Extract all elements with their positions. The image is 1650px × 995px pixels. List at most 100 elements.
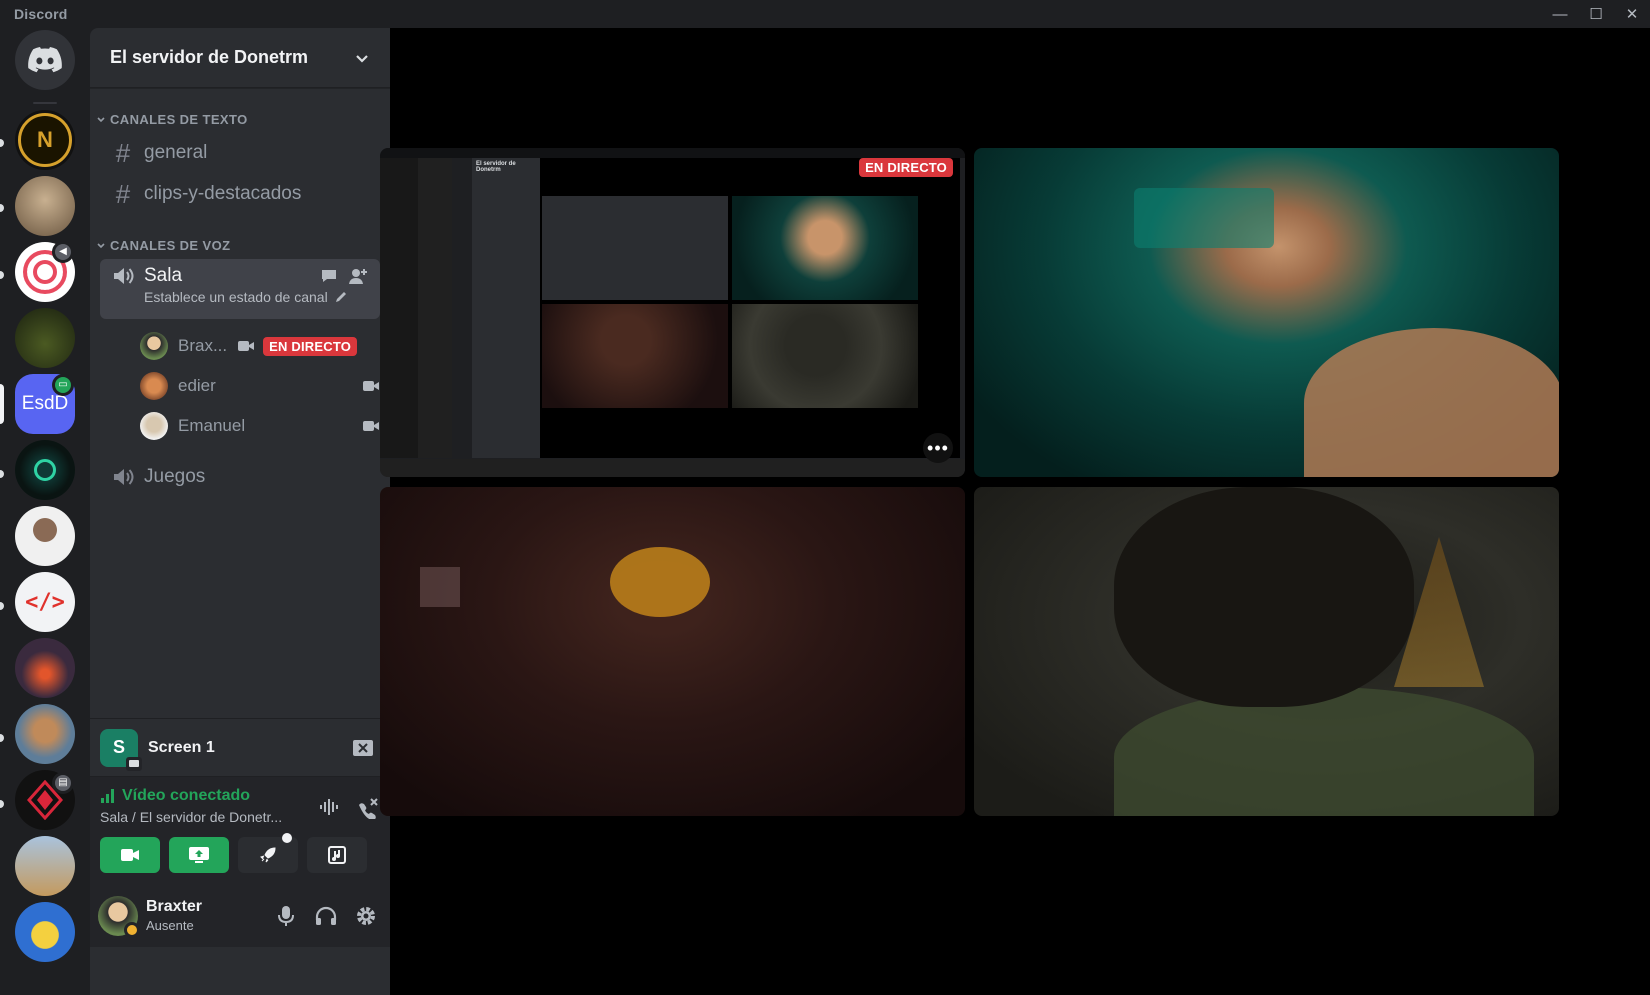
- voice-channel-sala[interactable]: Sala Establece un estado de canal: [100, 259, 380, 319]
- mini-taskbar: [380, 459, 965, 477]
- person-head: [1114, 487, 1414, 707]
- voice-channel-label: Juegos: [144, 466, 206, 487]
- server-green-orb[interactable]: [15, 440, 75, 500]
- user-label: Brax...: [178, 336, 228, 355]
- camera-icon: [121, 849, 139, 861]
- voice-channel-juegos[interactable]: Juegos: [100, 457, 380, 497]
- app-title: Discord: [14, 6, 68, 22]
- avatar: [140, 372, 168, 400]
- mini-server-name: El servidor de Donetrm: [476, 161, 516, 173]
- screen-share-button[interactable]: [169, 837, 229, 873]
- chevron-down-icon: [97, 116, 105, 122]
- title-bar: Discord — ☐ ✕: [0, 0, 1650, 28]
- voice-location[interactable]: Sala / El servidor de Donetr...: [100, 809, 310, 825]
- server-person[interactable]: [15, 506, 75, 566]
- video-tile-edier[interactable]: [380, 487, 965, 816]
- mini-video-emanuel: [732, 304, 918, 408]
- user-avatar[interactable]: [98, 895, 140, 938]
- soundboard-button[interactable]: [307, 837, 367, 873]
- avatar: [140, 412, 168, 440]
- stop-stream-icon[interactable]: [352, 739, 374, 757]
- mini-video-edier: [542, 304, 728, 408]
- disconnect-icon[interactable]: [356, 797, 380, 819]
- headphones-icon: [315, 906, 337, 925]
- speaker-icon: [114, 268, 134, 284]
- notification-dot: [282, 833, 292, 843]
- rail-separator: [33, 102, 57, 104]
- voice-status[interactable]: Vídeo conectado: [122, 787, 250, 805]
- activities-button[interactable]: [238, 833, 298, 873]
- microphone-icon: [278, 905, 294, 926]
- more-options-icon[interactable]: •••: [923, 433, 953, 463]
- live-badge: EN DIRECTO: [859, 158, 953, 177]
- close-button[interactable]: ✕: [1614, 0, 1650, 28]
- background-monitor: [1134, 188, 1274, 248]
- mini-video-braxter: [732, 196, 918, 300]
- server-header[interactable]: El servidor de Donetrm: [90, 28, 390, 88]
- discord-home-button[interactable]: [15, 30, 75, 90]
- video-grid: El servidor de Donetrm EN DIRECTO •••: [380, 28, 1650, 995]
- person-shoulders: [1304, 328, 1559, 477]
- screen-avatar: S: [100, 728, 142, 771]
- event-badge: ▤: [52, 772, 74, 794]
- signal-icon: [101, 789, 114, 803]
- orb-icon: [34, 459, 56, 481]
- screen-share-icon: [189, 847, 209, 863]
- channel-status[interactable]: Establece un estado de canal: [144, 289, 328, 305]
- camera-icon: [363, 381, 379, 391]
- voice-connection-panel: Vídeo conectado Sala / El servidor de Do…: [90, 776, 390, 884]
- noise-suppression-icon[interactable]: [318, 797, 342, 817]
- add-user-icon[interactable]: [348, 267, 368, 285]
- camera-icon: [363, 421, 379, 431]
- mini-video-area: [540, 158, 960, 458]
- user-label: Emanuel: [178, 416, 246, 435]
- minimize-button[interactable]: —: [1542, 0, 1578, 28]
- settings-button[interactable]: [350, 900, 382, 932]
- camera-icon: [238, 341, 255, 351]
- channel-label: clips-y-destacados: [144, 183, 302, 204]
- channel-clips[interactable]: # clips-y-destacados: [100, 174, 380, 214]
- user-panel: Braxter Ausente: [90, 884, 390, 947]
- mini-titlebar: [380, 148, 965, 158]
- chat-icon[interactable]: [320, 267, 338, 285]
- server-code[interactable]: </>: [15, 572, 75, 632]
- speaker-badge: ◀: [52, 241, 74, 263]
- deafen-button[interactable]: [310, 900, 342, 932]
- camera-toggle-button[interactable]: [100, 837, 160, 873]
- server-dino[interactable]: [15, 836, 75, 896]
- hash-icon: #: [115, 137, 131, 168]
- soundboard-icon: [328, 846, 346, 864]
- voice-category[interactable]: CANALES DE VOZ: [96, 238, 390, 253]
- server-dark-forest[interactable]: [15, 308, 75, 368]
- maximize-button[interactable]: ☐: [1578, 0, 1614, 28]
- video-tile-emanuel[interactable]: [974, 487, 1559, 816]
- voice-user-emanuel[interactable]: Emanuel: [140, 407, 380, 445]
- selected-indicator: [0, 384, 4, 424]
- category-label: CANALES DE VOZ: [110, 238, 231, 253]
- channel-general[interactable]: # general: [100, 133, 380, 173]
- discord-logo-icon: [28, 47, 62, 73]
- voice-user-edier[interactable]: edier: [140, 367, 380, 405]
- server-pikachu[interactable]: [15, 902, 75, 962]
- crest-icon: N: [18, 113, 72, 167]
- user-label: edier: [178, 376, 216, 395]
- live-badge: EN DIRECTO: [263, 336, 358, 356]
- server-n-crest[interactable]: N: [15, 110, 75, 170]
- server-rail: N ◀ EsdD ▭ </> ▤: [0, 28, 90, 995]
- user-status: Ausente: [146, 918, 194, 933]
- mute-button[interactable]: [270, 900, 302, 932]
- nested-stream: [542, 196, 728, 300]
- server-hog[interactable]: [15, 704, 75, 764]
- stream-tile[interactable]: El servidor de Donetrm EN DIRECTO •••: [380, 148, 965, 477]
- text-category[interactable]: CANALES DE TEXTO: [96, 112, 390, 127]
- server-fire[interactable]: [15, 638, 75, 698]
- server-name: El servidor de Donetrm: [110, 47, 309, 67]
- server-vintage-photo[interactable]: [15, 176, 75, 236]
- video-tile-braxter[interactable]: [974, 148, 1559, 477]
- pencil-icon[interactable]: [334, 290, 348, 304]
- voice-user-braxter[interactable]: Brax... EN DIRECTO: [140, 327, 380, 365]
- chevron-down-icon: [356, 54, 368, 63]
- chevron-down-icon: [97, 242, 105, 248]
- channel-label: general: [144, 142, 208, 163]
- category-label: CANALES DE TEXTO: [110, 112, 248, 127]
